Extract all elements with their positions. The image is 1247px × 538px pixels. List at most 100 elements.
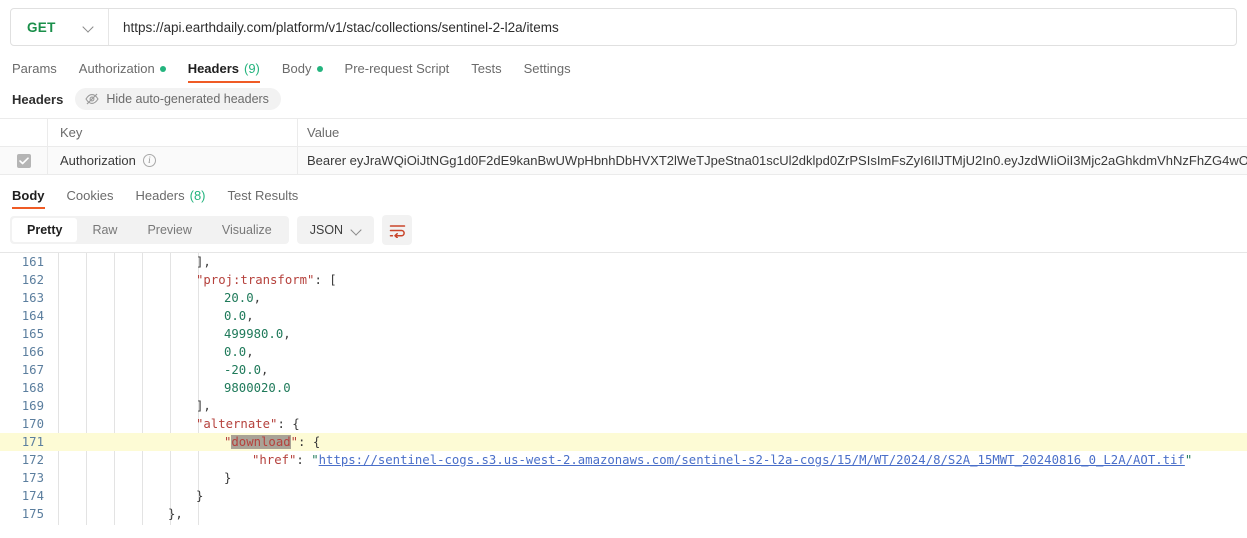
code-token: }: [196, 489, 204, 503]
request-tab-authorization[interactable]: Authorization: [68, 61, 177, 83]
request-tab-tests[interactable]: Tests: [460, 61, 512, 83]
response-tab-cookies[interactable]: Cookies: [56, 188, 125, 209]
code-line-text: 9800020.0: [224, 379, 291, 397]
line-number: 163: [21, 291, 44, 305]
request-tab-params[interactable]: Params: [10, 61, 68, 83]
code-line[interactable]: 164 0.0,: [0, 307, 1247, 325]
code-token: "href": [252, 453, 297, 467]
response-tab-body[interactable]: Body: [10, 188, 56, 209]
headers-section-title: Headers: [12, 91, 64, 107]
line-number: 167: [21, 363, 44, 377]
view-mode-preview[interactable]: Preview: [132, 218, 206, 242]
code-line[interactable]: 169],: [0, 397, 1247, 415]
code-line[interactable]: 167 -20.0,: [0, 361, 1247, 379]
code-line-text: }: [196, 487, 203, 505]
request-tab-pre-request-script[interactable]: Pre-request Script: [334, 61, 461, 83]
code-line-text: "href": "https://sentinel-cogs.s3.us-wes…: [252, 451, 1192, 469]
line-number: 173: [21, 471, 44, 485]
search-match-highlight: download: [231, 435, 291, 449]
line-number: 174: [21, 489, 44, 503]
code-token: ": [290, 435, 299, 449]
code-line-text: 20.0,: [224, 289, 261, 307]
request-tab-label: Pre-request Script: [344, 61, 450, 76]
code-line[interactable]: 162 "proj:transform": [: [0, 271, 1247, 289]
line-number: 162: [21, 273, 44, 287]
header-enabled-checkbox[interactable]: [16, 153, 31, 168]
code-line[interactable]: 171 "download": {: [0, 433, 1247, 451]
code-line[interactable]: 163 20.0,: [0, 289, 1247, 307]
request-tab-headers[interactable]: Headers (9): [177, 61, 271, 83]
http-method-dropdown[interactable]: GET: [11, 9, 109, 45]
line-number: 168: [21, 381, 44, 395]
code-line[interactable]: 166 0.0,: [0, 343, 1247, 361]
code-line-text: ],: [196, 253, 211, 271]
code-token: ],: [196, 255, 211, 269]
word-wrap-toggle-button[interactable]: [382, 215, 413, 245]
response-tabs: Body Cookies Headers (8) Test Results: [0, 182, 1247, 209]
code-line[interactable]: 165 499980.0,: [0, 325, 1247, 343]
response-format-dropdown[interactable]: JSON: [296, 216, 375, 244]
code-token: : [: [314, 273, 337, 287]
code-token: ,: [253, 291, 262, 305]
table-row[interactable]: Authorization i Bearer eyJraWQiOiJtNGg1d…: [0, 147, 1247, 175]
info-icon[interactable]: i: [142, 154, 156, 167]
response-tab-label: Test Results: [227, 188, 299, 203]
line-number: 165: [21, 327, 44, 341]
request-tabs: Params Authorization Headers (9) Body Pr…: [0, 55, 1247, 83]
code-token: : {: [277, 417, 300, 431]
view-mode-pretty[interactable]: Pretty: [12, 218, 78, 242]
code-line-text: 499980.0,: [224, 325, 291, 343]
code-line-text: }: [224, 469, 231, 487]
response-toolbar: Pretty Raw Preview Visualize JSON: [0, 209, 1247, 252]
header-value-cell[interactable]: Bearer eyJraWQiOiJtNGg1d0F2dE9kanBwUWpHb…: [298, 147, 1247, 174]
code-line-text: "download": {: [224, 433, 320, 451]
code-token: 0.0: [224, 309, 247, 323]
request-tab-settings[interactable]: Settings: [513, 61, 582, 83]
request-tab-label: Settings: [523, 61, 571, 76]
code-line-text: },: [168, 505, 183, 523]
response-tab-label: Cookies: [66, 188, 114, 203]
line-number: 172: [21, 453, 44, 467]
response-tab-label: Headers: [135, 188, 185, 203]
headers-table: Key Value Authorization i Bearer eyJraWQ…: [0, 118, 1247, 175]
header-key-cell[interactable]: Authorization i: [48, 147, 298, 174]
code-line[interactable]: 161],: [0, 253, 1247, 271]
chevron-down-icon: [352, 225, 363, 236]
chevron-down-icon: [84, 22, 95, 33]
request-tab-label: Params: [12, 61, 57, 76]
hide-auto-generated-headers-label: Hide auto-generated headers: [106, 92, 269, 106]
code-line[interactable]: 175},: [0, 505, 1247, 523]
request-tab-body[interactable]: Body: [271, 61, 334, 83]
word-wrap-icon: [389, 224, 405, 238]
code-line-text: "proj:transform": [: [196, 271, 337, 289]
code-line[interactable]: 170 "alternate": {: [0, 415, 1247, 433]
response-tab-headers[interactable]: Headers (8): [124, 188, 216, 209]
request-url-bar-container: GET: [0, 0, 1247, 46]
headers-table-header-check-cell: [0, 119, 48, 146]
code-token: },: [168, 507, 183, 521]
code-token: "proj:transform": [196, 273, 315, 287]
line-number: 169: [21, 399, 44, 413]
code-line[interactable]: 173}: [0, 469, 1247, 487]
request-tab-label: Body: [281, 61, 312, 76]
request-url-input[interactable]: [109, 9, 1236, 45]
view-mode-raw[interactable]: Raw: [77, 218, 132, 242]
response-tab-test-results[interactable]: Test Results: [217, 188, 310, 209]
code-token: "alternate": [196, 417, 278, 431]
code-link[interactable]: https://sentinel-cogs.s3.us-west-2.amazo…: [319, 453, 1185, 467]
line-number: 171: [21, 435, 44, 449]
header-row-checkbox-cell[interactable]: [0, 147, 48, 174]
code-line[interactable]: 174}: [0, 487, 1247, 505]
code-line[interactable]: 168 9800020.0: [0, 379, 1247, 397]
view-mode-visualize[interactable]: Visualize: [207, 218, 287, 242]
code-line[interactable]: 172 "href": "https://sentinel-cogs.s3.us-…: [0, 451, 1247, 469]
headers-subbar: Headers Hide auto-generated headers: [0, 85, 1247, 113]
status-dot-icon: [316, 65, 323, 72]
http-method-label: GET: [27, 19, 56, 35]
hide-auto-generated-headers-button[interactable]: Hide auto-generated headers: [75, 88, 281, 110]
code-token: ": [311, 453, 319, 467]
code-token: 9800020.0: [224, 381, 291, 395]
request-tab-label: Headers: [187, 61, 239, 76]
line-number: 164: [21, 309, 44, 323]
response-body-code-viewer[interactable]: 161], 162 "proj:transform": [ 163 20.0, 164 0.…: [0, 252, 1247, 525]
